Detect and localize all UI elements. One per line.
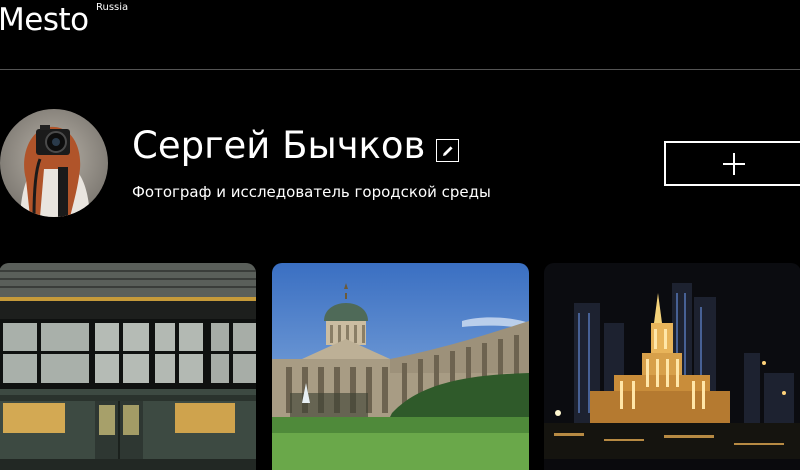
profile-about: Фотограф и исследователь городской среды <box>132 183 491 201</box>
card[interactable] <box>272 263 529 470</box>
avatar-image <box>0 109 108 217</box>
card-image-metro[interactable] <box>0 263 256 470</box>
card-image-cathedral[interactable] <box>272 263 529 470</box>
card-image-night-city[interactable] <box>544 263 800 470</box>
add-card-button[interactable] <box>664 141 800 186</box>
logo[interactable]: Mesto <box>0 2 89 38</box>
logo-region-label: Russia <box>96 2 129 13</box>
edit-profile-button[interactable] <box>436 139 459 162</box>
avatar[interactable] <box>0 109 108 217</box>
profile-name: Сергей Бычков <box>132 124 426 167</box>
card[interactable] <box>0 263 256 470</box>
card[interactable] <box>544 263 800 470</box>
site-header: Mesto Russia <box>0 0 800 70</box>
plus-icon <box>723 153 745 175</box>
pencil-icon <box>443 146 453 156</box>
